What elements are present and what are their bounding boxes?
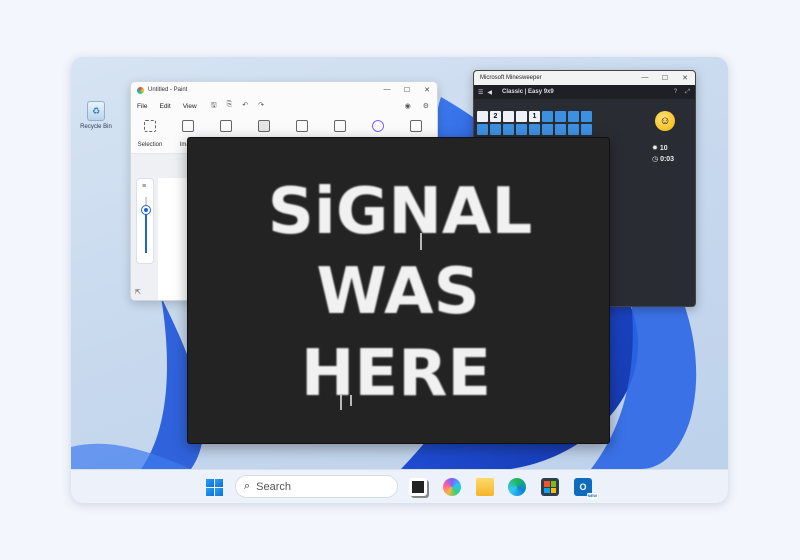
brush-icon bbox=[258, 120, 270, 132]
undo-icon[interactable]: ↶ bbox=[242, 101, 248, 112]
cocreator-button[interactable] bbox=[367, 120, 389, 132]
taskbar-search[interactable]: ⌕ Search bbox=[235, 475, 398, 498]
mine-cell[interactable] bbox=[555, 124, 566, 135]
mine-cell[interactable] bbox=[568, 124, 579, 135]
mine-cell[interactable] bbox=[490, 124, 501, 135]
settings-gear-icon[interactable]: ⚙ bbox=[423, 102, 429, 110]
close-button[interactable]: ✕ bbox=[675, 74, 695, 82]
mine-cell[interactable] bbox=[542, 124, 553, 135]
paint-app-icon bbox=[137, 86, 144, 94]
back-icon[interactable]: ◀ bbox=[487, 89, 492, 96]
zoom-knob[interactable] bbox=[142, 206, 150, 214]
file-explorer-icon[interactable] bbox=[476, 478, 494, 496]
smiley-face-icon[interactable]: ☺ bbox=[655, 111, 675, 131]
outlook-icon[interactable]: O NEW bbox=[574, 478, 598, 499]
mine-cell[interactable]: 2 bbox=[490, 111, 501, 122]
mine-counter: ✸ 10 bbox=[652, 145, 668, 152]
redo-icon[interactable]: ↷ bbox=[258, 101, 264, 112]
close-button[interactable]: ✕ bbox=[417, 86, 437, 94]
paint-menubar: File Edit View 🖫 ⎘ ↶ ↷ ◉ ⚙ bbox=[131, 98, 437, 114]
mine-cell[interactable] bbox=[477, 124, 488, 135]
recycle-bin-shortcut[interactable]: ♻ Recycle Bin bbox=[79, 101, 113, 130]
mine-cell[interactable] bbox=[581, 124, 592, 135]
mine-cell[interactable]: 1 bbox=[529, 111, 540, 122]
colors-group[interactable] bbox=[329, 120, 351, 132]
timer-value: 0:03 bbox=[660, 156, 675, 163]
share-icon[interactable]: ⎘ bbox=[227, 101, 233, 112]
mine-cell[interactable] bbox=[503, 111, 514, 122]
zoom-slider[interactable]: ≡ bbox=[136, 178, 154, 264]
selection-label: Selection bbox=[137, 142, 163, 148]
shapes-group[interactable] bbox=[291, 120, 313, 132]
minesweeper-toolbar: ☰ ◀ Classic | Easy 9x9 ? ⤢ bbox=[474, 85, 695, 99]
recycle-bin-label: Recycle Bin bbox=[80, 124, 112, 130]
mine-cell[interactable] bbox=[555, 111, 566, 122]
menu-file[interactable]: File bbox=[137, 103, 147, 110]
mine-cell[interactable] bbox=[477, 111, 488, 122]
mine-cell[interactable] bbox=[516, 124, 527, 135]
mine-cell[interactable] bbox=[581, 111, 592, 122]
account-icon[interactable]: ◉ bbox=[405, 102, 411, 110]
timer: ◷ 0:03 bbox=[652, 156, 675, 163]
graffiti-line-1: SiGNAL bbox=[268, 175, 532, 249]
paint-title: Untitled - Paint bbox=[148, 87, 188, 93]
layers-icon bbox=[410, 120, 422, 132]
tools-group[interactable] bbox=[215, 120, 237, 132]
mine-cell[interactable] bbox=[568, 111, 579, 122]
palette-icon bbox=[334, 120, 346, 132]
minimize-button[interactable]: — bbox=[377, 86, 397, 94]
outlook-new-badge: NEW bbox=[586, 493, 598, 499]
game-mode[interactable]: Classic | Easy 9x9 bbox=[502, 89, 554, 95]
graffiti-canvas: SiGNAL WAS HERE bbox=[268, 175, 532, 411]
menu-edit[interactable]: Edit bbox=[159, 103, 170, 110]
taskbar: ⌕ Search O NEW bbox=[71, 469, 728, 503]
mine-cell[interactable] bbox=[542, 111, 553, 122]
graffiti-image-window: SiGNAL WAS HERE bbox=[187, 137, 610, 444]
menu-view[interactable]: View bbox=[183, 103, 197, 110]
copilot-icon bbox=[372, 120, 384, 132]
minimize-button[interactable]: — bbox=[635, 74, 655, 82]
zoom-fill bbox=[145, 209, 147, 253]
search-placeholder: Search bbox=[256, 480, 292, 493]
maximize-button[interactable]: ☐ bbox=[655, 74, 675, 82]
recycle-bin-icon: ♻ bbox=[87, 101, 105, 121]
task-view-icon[interactable] bbox=[409, 478, 427, 496]
save-icon[interactable]: 🖫 bbox=[211, 101, 217, 112]
graffiti-line-3: HERE bbox=[301, 337, 491, 411]
desktop-screen: ♻ Recycle Bin Untitled - Paint — ☐ ✕ Fil… bbox=[71, 57, 728, 503]
menu-icon[interactable]: ☰ bbox=[478, 89, 483, 96]
layers-button[interactable] bbox=[405, 120, 427, 132]
mine-cell[interactable] bbox=[503, 124, 514, 135]
mine-cell[interactable] bbox=[516, 111, 527, 122]
start-windows-icon[interactable] bbox=[206, 479, 223, 496]
mine-count: 10 bbox=[659, 145, 668, 152]
edge-browser-icon[interactable] bbox=[508, 478, 526, 496]
brushes-group[interactable] bbox=[253, 120, 275, 132]
image-crop-icon bbox=[182, 120, 194, 132]
microsoft-store-icon[interactable] bbox=[541, 478, 559, 496]
drawing-canvas[interactable] bbox=[158, 178, 190, 300]
graffiti-line-2: WAS bbox=[316, 255, 479, 329]
shapes-icon bbox=[296, 120, 308, 132]
maximize-button[interactable]: ☐ bbox=[397, 86, 417, 94]
tools-icon bbox=[220, 120, 232, 132]
help-icon[interactable]: ? bbox=[674, 89, 677, 96]
mine-cell[interactable] bbox=[529, 124, 540, 135]
selection-tool[interactable]: Selection bbox=[137, 120, 163, 148]
pointer-icon: ⇱ bbox=[135, 289, 141, 296]
paint-titlebar[interactable]: Untitled - Paint — ☐ ✕ bbox=[131, 82, 437, 98]
fullscreen-icon[interactable]: ⤢ bbox=[685, 89, 690, 96]
minesweeper-titlebar[interactable]: Microsoft Minesweeper — ☐ ✕ bbox=[474, 71, 695, 85]
search-icon: ⌕ bbox=[244, 480, 251, 492]
brush-size-icon: ≡ bbox=[142, 183, 147, 190]
selection-icon bbox=[144, 120, 156, 132]
minesweeper-title: Microsoft Minesweeper bbox=[480, 75, 542, 81]
copilot-icon[interactable] bbox=[443, 478, 461, 496]
